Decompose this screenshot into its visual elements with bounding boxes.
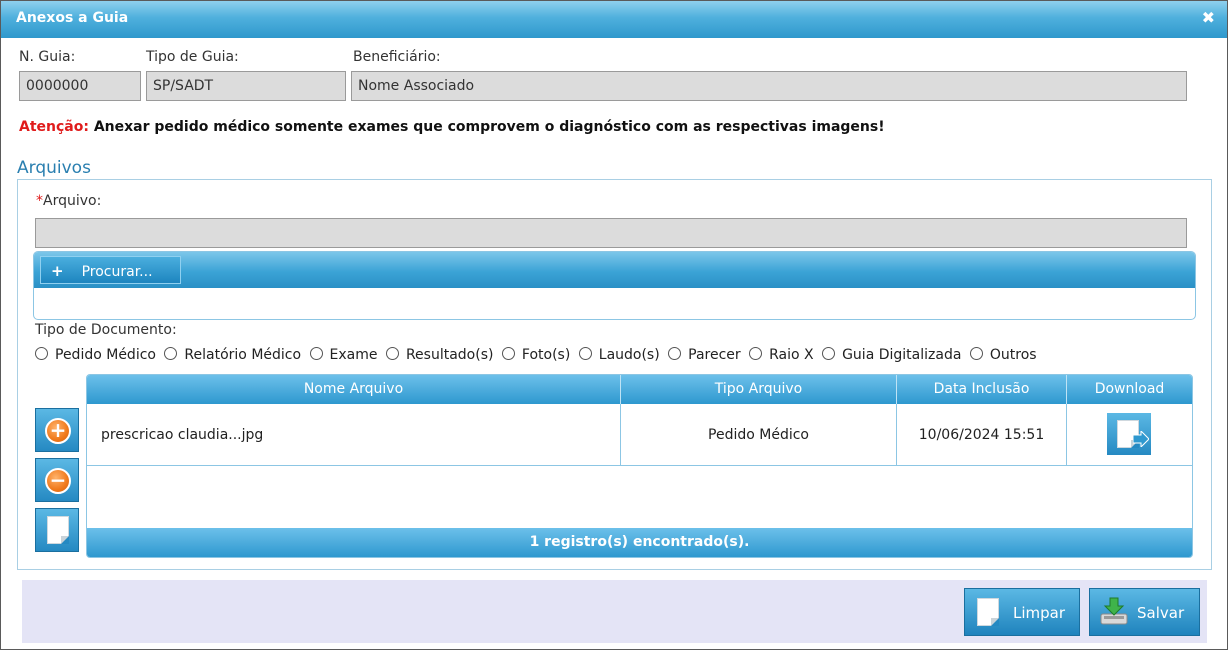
radio-pedido-medico[interactable]: Pedido Médico — [35, 347, 156, 363]
radio-label: Guia Digitalizada — [842, 347, 962, 363]
actions-footer: Limpar Salvar — [22, 580, 1207, 643]
radio-label: Laudo(s) — [598, 347, 660, 363]
cell-download — [1067, 404, 1192, 466]
radio-circle-icon[interactable] — [969, 347, 983, 360]
radio-circle-icon[interactable] — [164, 347, 178, 360]
radio-label: Relatório Médico — [184, 347, 302, 363]
arrow-right-icon — [1133, 431, 1149, 447]
procurar-label: Procurar... — [81, 264, 153, 280]
radio-outros[interactable]: Outros — [969, 347, 1037, 363]
radio-label: Outros — [989, 347, 1037, 363]
salvar-label: Salvar — [1137, 604, 1185, 622]
upload-toolbar: + Procurar... — [34, 252, 1195, 288]
col-header-nome-arquivo[interactable]: Nome Arquivo — [87, 375, 621, 404]
radio-circle-icon[interactable] — [501, 347, 515, 360]
salvar-button[interactable]: Salvar — [1089, 588, 1200, 636]
dialog-title: Anexos a Guia — [16, 10, 129, 26]
guia-label: N. Guia: — [19, 49, 76, 65]
radio-raio-x[interactable]: Raio X — [749, 347, 814, 363]
arquivo-label: Arquivo: — [43, 193, 102, 209]
upload-panel: + Procurar... — [33, 251, 1196, 320]
radio-parecer[interactable]: Parecer — [668, 347, 741, 363]
grid-footer-count: 1 registro(s) encontrado(s). — [87, 528, 1192, 557]
radio-relatorio-medico[interactable]: Relatório Médico — [164, 347, 301, 363]
radio-resultados[interactable]: Resultado(s) — [385, 347, 494, 363]
warning-message: Atenção: Anexar pedido médico somente ex… — [19, 119, 885, 135]
radio-label: Foto(s) — [521, 347, 571, 363]
radio-label: Resultado(s) — [405, 347, 494, 363]
radio-circle-icon[interactable] — [35, 347, 48, 360]
radio-label: Parecer — [688, 347, 741, 363]
radio-laudos[interactable]: Laudo(s) — [578, 347, 660, 363]
download-button[interactable] — [1107, 413, 1151, 455]
radio-exame[interactable]: Exame — [309, 347, 378, 363]
arquivo-file-input[interactable] — [35, 218, 1187, 248]
limpar-label: Limpar — [1013, 604, 1066, 622]
radio-circle-icon[interactable] — [749, 347, 763, 360]
files-grid: Nome Arquivo Tipo Arquivo Data Inclusão … — [86, 374, 1193, 558]
remove-file-button[interactable]: − — [35, 458, 79, 502]
radio-label: Pedido Médico — [55, 347, 156, 363]
remove-icon: − — [45, 468, 71, 494]
grid-header: Nome Arquivo Tipo Arquivo Data Inclusão … — [87, 375, 1192, 404]
blank-page-icon — [47, 516, 69, 544]
radio-label: Exame — [329, 347, 378, 363]
radio-circle-icon[interactable] — [309, 347, 323, 360]
procurar-button[interactable]: + Procurar... — [40, 256, 181, 284]
radio-circle-icon[interactable] — [822, 347, 836, 360]
tipo-documento-radio-group: Pedido Médico Relatório Médico Exame Res… — [35, 347, 1041, 363]
radio-circle-icon[interactable] — [385, 347, 399, 360]
radio-circle-icon[interactable] — [578, 347, 592, 360]
radio-fotos[interactable]: Foto(s) — [501, 347, 571, 363]
guia-field: 0000000 — [19, 71, 141, 101]
cell-tipo-arquivo: Pedido Médico — [621, 404, 897, 466]
tipo-guia-label: Tipo de Guia: — [146, 49, 239, 65]
required-marker: * — [36, 193, 43, 209]
tipo-guia-field: SP/SADT — [146, 71, 346, 101]
add-icon: + — [45, 418, 71, 444]
warning-text: Anexar pedido médico somente exames que … — [88, 119, 885, 135]
table-row[interactable]: prescricao claudia...jpg Pedido Médico 1… — [87, 404, 1192, 466]
col-header-download: Download — [1094, 381, 1165, 397]
cell-nome-arquivo: prescricao claudia...jpg — [87, 404, 621, 466]
limpar-button[interactable]: Limpar — [964, 588, 1080, 636]
save-download-icon — [1100, 597, 1128, 625]
arquivo-label-wrap: *Arquivo: — [36, 193, 101, 209]
warning-prefix: Atenção: — [19, 119, 89, 135]
anexos-dialog: Anexos a Guia ✖ N. Guia: 0000000 Tipo de… — [0, 0, 1228, 650]
cell-data-inclusao: 10/06/2024 15:51 — [897, 404, 1067, 466]
arquivos-section-title: Arquivos — [17, 158, 91, 178]
radio-guia-digitalizada[interactable]: Guia Digitalizada — [822, 347, 961, 363]
add-file-button[interactable]: + — [35, 408, 79, 452]
col-header-tipo-arquivo[interactable]: Tipo Arquivo — [621, 375, 897, 404]
plus-icon: + — [51, 262, 64, 280]
col-header-data-inclusao[interactable]: Data Inclusão — [897, 375, 1067, 404]
blank-page-icon — [977, 598, 999, 626]
close-icon[interactable]: ✖ — [1202, 8, 1215, 27]
beneficiario-field: Nome Associado — [351, 71, 1187, 101]
clear-selection-button[interactable] — [35, 508, 79, 552]
radio-circle-icon[interactable] — [668, 347, 682, 360]
beneficiario-label: Beneficiário: — [353, 49, 441, 65]
tipo-documento-label: Tipo de Documento: — [35, 322, 177, 338]
radio-label: Raio X — [769, 347, 814, 363]
dialog-titlebar: Anexos a Guia ✖ — [1, 1, 1227, 38]
